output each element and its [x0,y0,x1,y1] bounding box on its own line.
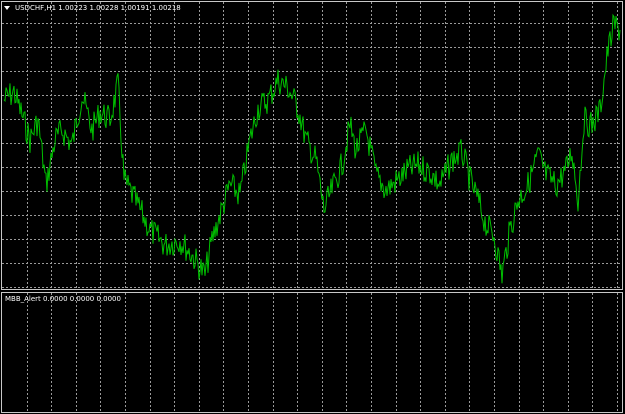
chart-canvas[interactable] [0,0,625,414]
price-line-series [3,13,621,284]
main-chart-title: USDCHF,H1 1.00223 1.00228 1.00191 1.0021… [15,4,181,12]
indicator-title: MBB_Alert 0.0000 0.0000 0.0000 [5,295,121,303]
indicator-panel-frame [1,292,623,413]
main-panel-frame [1,1,623,290]
main-grid [2,2,622,289]
chart-window[interactable]: USDCHF,H1 1.00223 1.00228 1.00191 1.0021… [0,0,625,414]
dropdown-arrow-icon[interactable] [4,6,10,10]
indicator-grid [27,293,618,412]
